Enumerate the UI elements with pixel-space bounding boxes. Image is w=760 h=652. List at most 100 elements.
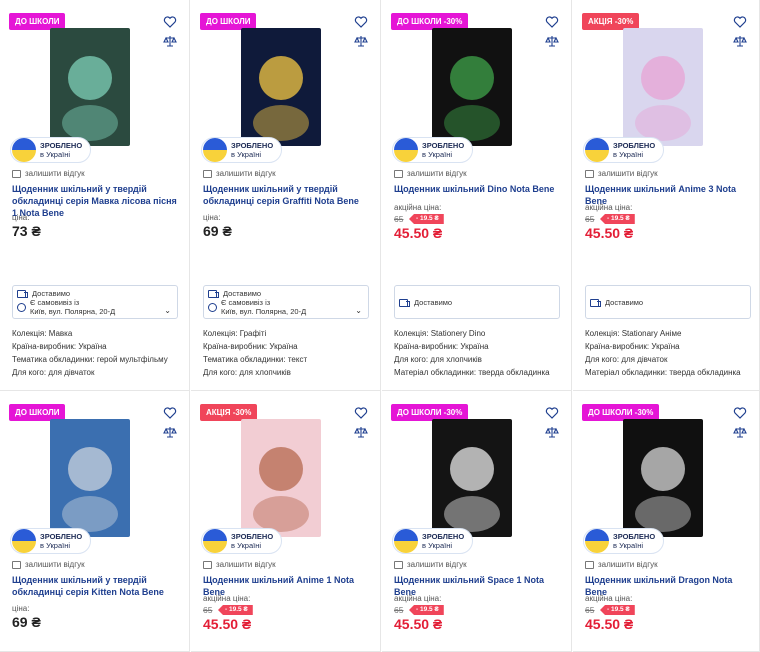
- compare-scales-icon[interactable]: [733, 34, 747, 48]
- product-attribute: Матеріал обкладинки: тверда обкладинка: [585, 368, 741, 377]
- delivery-label: Доставимо: [414, 298, 453, 307]
- product-card[interactable]: ДО ШКОЛИ -30% ЗРОБЛЕНО в Україні залишити в…: [573, 391, 760, 652]
- product-image[interactable]: [50, 28, 130, 146]
- made-in-text: ЗРОБЛЕНО в Україні: [40, 141, 82, 159]
- product-attribute: Колекція: Мавка: [12, 329, 73, 338]
- heart-icon[interactable]: [733, 406, 747, 420]
- leave-review-label: залишити відгук: [216, 169, 276, 178]
- product-title[interactable]: Щоденник шкільний у твердій обкладинці с…: [203, 183, 373, 207]
- made-in-text: ЗРОБЛЕНО в Україні: [613, 532, 655, 550]
- product-attribute: Країна-виробник: Україна: [585, 342, 680, 351]
- sale-price-label: акційна ціна:: [585, 203, 633, 212]
- product-image[interactable]: [241, 419, 321, 537]
- made-in-text: ЗРОБЛЕНО в Україні: [613, 141, 655, 159]
- heart-icon[interactable]: [733, 15, 747, 29]
- heart-icon[interactable]: [163, 406, 177, 420]
- heart-icon[interactable]: [545, 406, 559, 420]
- product-image[interactable]: [623, 28, 703, 146]
- leave-review-link[interactable]: залишити відгук: [585, 169, 658, 178]
- product-image[interactable]: [432, 419, 512, 537]
- compare-scales-icon[interactable]: [354, 34, 368, 48]
- delivery-box[interactable]: Доставимо: [585, 285, 751, 319]
- product-image[interactable]: [50, 419, 130, 537]
- leave-review-link[interactable]: залишити відгук: [203, 560, 276, 569]
- current-price: 73 ₴: [12, 223, 41, 239]
- made-in-line-2: в Україні: [40, 150, 71, 159]
- price-label: ціна:: [12, 213, 30, 222]
- product-title[interactable]: Щоденник шкільний у твердій обкладинці с…: [12, 574, 182, 598]
- product-title[interactable]: Щоденник шкільний Dino Nota Bene: [394, 183, 564, 195]
- product-attribute: Країна-виробник: Україна: [203, 342, 298, 351]
- chevron-down-icon[interactable]: ⌄: [355, 306, 362, 315]
- product-card[interactable]: ДО ШКОЛИ -30% ЗРОБЛЕНО в Україні залишити в…: [382, 0, 572, 391]
- delivery-box[interactable]: Доставимо Є самовивіз із Київ, вул. Полярн…: [12, 285, 178, 319]
- heart-icon[interactable]: [163, 15, 177, 29]
- product-attribute: Для кого: для дівчаток: [12, 368, 95, 377]
- compare-scales-icon[interactable]: [545, 34, 559, 48]
- sale-price-label: акційна ціна:: [394, 594, 442, 603]
- leave-review-link[interactable]: залишити відгук: [203, 169, 276, 178]
- location-pin-icon: [208, 302, 217, 312]
- compare-scales-icon[interactable]: [163, 425, 177, 439]
- product-attribute: Для кого: для дівчаток: [585, 355, 668, 364]
- chevron-down-icon[interactable]: ⌄: [164, 306, 171, 315]
- product-image[interactable]: [623, 419, 703, 537]
- ukraine-flag-icon: [394, 138, 418, 162]
- leave-review-link[interactable]: залишити відгук: [12, 169, 85, 178]
- heart-icon[interactable]: [545, 15, 559, 29]
- pickup-line-1: Є самовивіз із: [30, 298, 80, 307]
- current-price: 45.50 ₴: [585, 616, 634, 632]
- product-attribute: Колекція: Графіті: [203, 329, 267, 338]
- made-in-line-2: в Україні: [40, 541, 71, 550]
- product-attribute: Країна-виробник: Україна: [12, 342, 107, 351]
- leave-review-link[interactable]: залишити відгук: [394, 169, 467, 178]
- flag-yellow: [394, 150, 418, 162]
- ukraine-flag-icon: [585, 529, 609, 553]
- ukraine-flag-icon: [394, 529, 418, 553]
- compare-scales-icon[interactable]: [545, 425, 559, 439]
- pickup-row: Є самовивіз із Київ, вул. Полярна, 20-Д: [204, 298, 368, 316]
- made-in-ukraine-badge: ЗРОБЛЕНО в Україні: [392, 528, 474, 554]
- product-card[interactable]: ДО ШКОЛИ -30% ЗРОБЛЕНО в Україні залишити в…: [382, 391, 572, 652]
- leave-review-link[interactable]: залишити відгук: [12, 560, 85, 569]
- made-in-ukraine-badge: ЗРОБЛЕНО в Україні: [583, 137, 665, 163]
- leave-review-link[interactable]: залишити відгук: [394, 560, 467, 569]
- heart-icon[interactable]: [354, 15, 368, 29]
- compare-scales-icon[interactable]: [163, 34, 177, 48]
- product-attribute: Тематика обкладинки: текст: [203, 355, 308, 364]
- made-in-ukraine-badge: ЗРОБЛЕНО в Україні: [392, 137, 474, 163]
- old-price: 65: [585, 214, 595, 224]
- truck-icon: [399, 298, 410, 307]
- made-in-ukraine-badge: ЗРОБЛЕНО в Україні: [201, 528, 283, 554]
- product-attribute: Колекція: Stationary Аніме: [585, 329, 682, 338]
- product-card[interactable]: ДО ШКОЛИ ЗРОБЛЕНО в Україні залишити відгук…: [0, 0, 190, 391]
- made-in-ukraine-badge: ЗРОБЛЕНО в Україні: [583, 528, 665, 554]
- flag-yellow: [585, 541, 609, 553]
- compare-scales-icon[interactable]: [354, 425, 368, 439]
- delivery-box[interactable]: Доставимо: [394, 285, 560, 319]
- ukraine-flag-icon: [12, 138, 36, 162]
- current-price: 69 ₴: [203, 223, 232, 239]
- heart-icon[interactable]: [354, 406, 368, 420]
- flag-blue: [585, 138, 609, 150]
- pickup-line-1: Є самовивіз із: [221, 298, 271, 307]
- sale-price-label: акційна ціна:: [203, 594, 251, 603]
- ukraine-flag-icon: [203, 138, 227, 162]
- compare-scales-icon[interactable]: [733, 425, 747, 439]
- product-image[interactable]: [432, 28, 512, 146]
- made-in-line-2: в Україні: [613, 541, 644, 550]
- leave-review-link[interactable]: залишити відгук: [585, 560, 658, 569]
- delivery-row: Доставимо: [586, 298, 750, 307]
- comment-icon: [203, 169, 212, 178]
- product-card[interactable]: АКЦІЯ -30% ЗРОБЛЕНО в Україні залишити відг…: [191, 391, 381, 652]
- price-label: ціна:: [12, 604, 30, 613]
- product-card[interactable]: ДО ШКОЛИ ЗРОБЛЕНО в Україні залишити відгук…: [0, 391, 190, 652]
- product-image[interactable]: [241, 28, 321, 146]
- delivery-box[interactable]: Доставимо Є самовивіз із Київ, вул. Полярн…: [203, 285, 369, 319]
- product-title[interactable]: Щоденник шкільний у твердій обкладинці с…: [12, 183, 182, 219]
- location-pin-icon: [17, 302, 26, 312]
- product-card[interactable]: ДО ШКОЛИ ЗРОБЛЕНО в Україні залишити відгук…: [191, 0, 381, 391]
- leave-review-label: залишити відгук: [407, 169, 467, 178]
- pickup-row: Є самовивіз із Київ, вул. Полярна, 20-Д: [13, 298, 177, 316]
- product-card[interactable]: АКЦІЯ -30% ЗРОБЛЕНО в Україні залишити відг…: [573, 0, 760, 391]
